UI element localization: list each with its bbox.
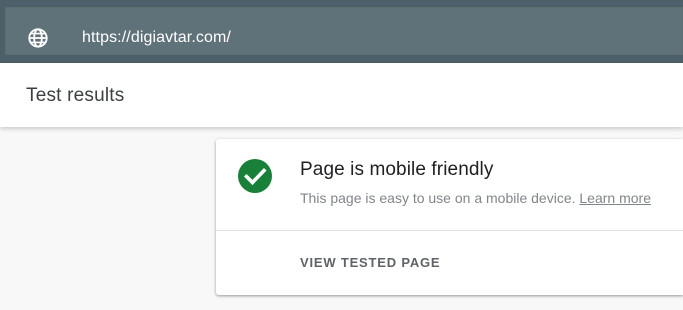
view-tested-page-button[interactable]: VIEW TESTED PAGE [300,254,440,272]
card-divider [216,230,683,231]
results-header: Test results [0,63,683,127]
result-card: Page is mobile friendly This page is eas… [216,139,683,295]
result-title: Page is mobile friendly [300,159,494,180]
url-field[interactable]: https://digiavtar.com/ [5,7,683,55]
result-description-text: This page is easy to use on a mobile dev… [300,190,576,206]
url-text: https://digiavtar.com/ [82,29,231,46]
top-bar: https://digiavtar.com/ [0,0,683,63]
result-description: This page is easy to use on a mobile dev… [300,188,651,208]
globe-icon [28,28,48,48]
page-title: Test results [26,85,125,106]
check-circle-icon [238,159,272,193]
learn-more-link[interactable]: Learn more [579,190,651,206]
